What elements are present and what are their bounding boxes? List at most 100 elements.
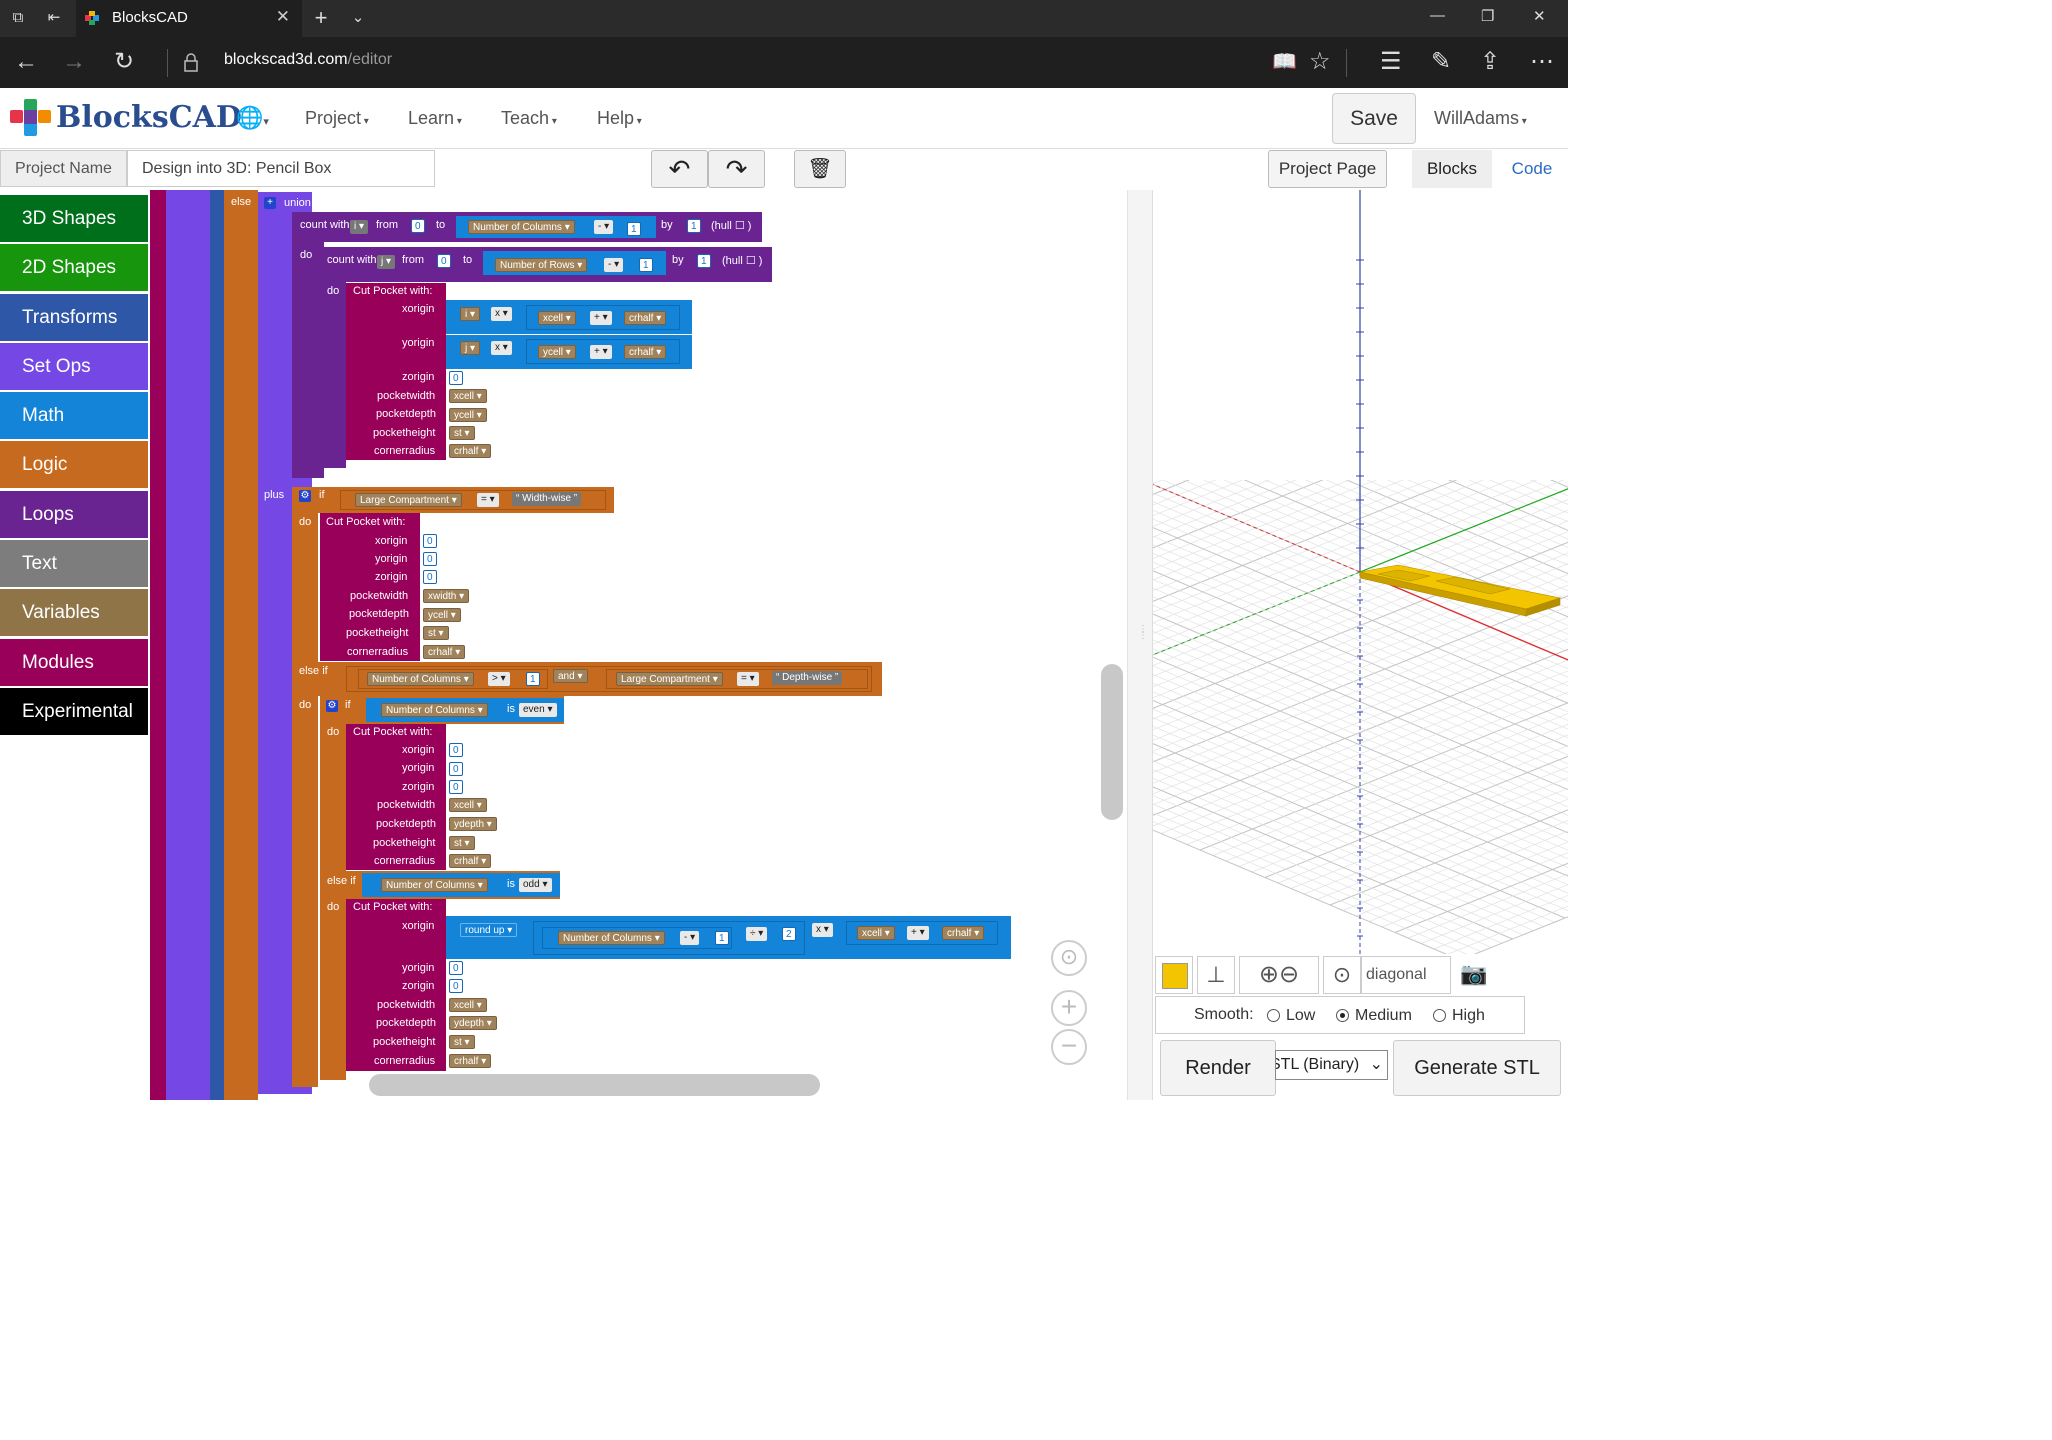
- close-window-icon[interactable]: ✕: [1533, 7, 1546, 25]
- view-mode-dropdown[interactable]: diagonal: [1361, 956, 1451, 994]
- mutator-gear-icon[interactable]: ⚙: [326, 700, 338, 712]
- zorigin-value[interactable]: 0: [449, 979, 463, 993]
- gt-op-dropdown[interactable]: > ▾: [488, 672, 510, 686]
- favorite-star-icon[interactable]: ☆: [1309, 49, 1331, 75]
- var-crhalf[interactable]: crhalf ▾: [449, 854, 492, 868]
- export-format-select[interactable]: STL (Binary) ⌄: [1275, 1050, 1388, 1080]
- zoom-in-icon[interactable]: +: [1051, 990, 1087, 1026]
- category-logic[interactable]: Logic: [0, 441, 148, 489]
- text-depth-wise[interactable]: “ Depth-wise ”: [772, 671, 843, 685]
- num-columns-var[interactable]: Number of Columns ▾: [381, 878, 488, 892]
- category-experimental[interactable]: Experimental: [0, 687, 148, 735]
- var-ycell[interactable]: ycell ▾: [449, 408, 487, 422]
- reading-view-icon[interactable]: 📖: [1272, 49, 1297, 75]
- web-note-icon[interactable]: ✎: [1431, 49, 1451, 75]
- mutator-gear-icon[interactable]: ⚙: [299, 490, 311, 502]
- yorigin-value[interactable]: 0: [449, 961, 463, 975]
- number-one[interactable]: 1: [526, 672, 540, 686]
- var-ycell[interactable]: ycell ▾: [423, 608, 461, 622]
- by-value[interactable]: 1: [697, 254, 711, 268]
- number-one[interactable]: 1: [639, 258, 653, 272]
- category-transforms[interactable]: Transforms: [0, 293, 148, 341]
- var-st[interactable]: st ▾: [423, 626, 449, 640]
- save-button[interactable]: Save: [1332, 93, 1416, 144]
- var-j[interactable]: j ▾: [460, 341, 481, 355]
- zoom-in-icon[interactable]: ⊕: [1259, 961, 1279, 988]
- zoom-out-icon[interactable]: ⊖: [1279, 961, 1299, 988]
- var-xcell[interactable]: xcell ▾: [449, 998, 487, 1012]
- yorigin-value[interactable]: 0: [423, 552, 437, 566]
- forward-icon[interactable]: →: [62, 49, 86, 75]
- num-columns-var[interactable]: Number of Columns ▾: [381, 703, 488, 717]
- user-menu[interactable]: WillAdams ▾: [1434, 108, 1527, 129]
- category-2d-shapes[interactable]: 2D Shapes: [0, 244, 148, 292]
- num-columns-var[interactable]: Number of Columns ▾: [558, 931, 665, 945]
- var-xwidth[interactable]: xwidth ▾: [423, 589, 470, 603]
- plus-op-dropdown[interactable]: + ▾: [590, 345, 612, 359]
- generate-stl-button[interactable]: Generate STL: [1393, 1040, 1561, 1096]
- smooth-low-option[interactable]: Low: [1267, 1007, 1315, 1025]
- tab-blocks[interactable]: Blocks: [1412, 150, 1492, 188]
- var-ydepth[interactable]: ydepth ▾: [449, 1016, 497, 1030]
- favorites-hub-icon[interactable]: ☰: [1380, 49, 1402, 75]
- xorigin-value[interactable]: 0: [449, 743, 463, 757]
- zorigin-value[interactable]: 0: [423, 570, 437, 584]
- times-op-dropdown[interactable]: x ▾: [491, 341, 512, 355]
- var-crhalf[interactable]: crhalf ▾: [942, 926, 985, 940]
- transform-block-stripe[interactable]: [210, 190, 224, 1100]
- back-icon[interactable]: ←: [14, 49, 38, 75]
- category-text[interactable]: Text: [0, 540, 148, 588]
- radio-low[interactable]: [1267, 1009, 1280, 1023]
- refresh-icon[interactable]: ↻: [114, 49, 134, 75]
- minus-op-dropdown[interactable]: - ▾: [680, 931, 700, 945]
- category-modules[interactable]: Modules: [0, 638, 148, 686]
- var-st[interactable]: st ▾: [449, 426, 475, 440]
- undo-icon[interactable]: ↶: [651, 150, 708, 188]
- category-loops[interactable]: Loops: [0, 490, 148, 538]
- var-xcell[interactable]: xcell ▾: [449, 389, 487, 403]
- project-page-button[interactable]: Project Page: [1268, 150, 1387, 188]
- var-j-dropdown[interactable]: j ▾: [377, 255, 396, 269]
- var-crhalf[interactable]: crhalf ▾: [423, 645, 466, 659]
- menu-learn[interactable]: Learn ▾: [408, 108, 462, 129]
- var-i-dropdown[interactable]: i ▾: [350, 220, 369, 234]
- var-crhalf[interactable]: crhalf ▾: [449, 1054, 492, 1068]
- number-two[interactable]: 2: [782, 927, 796, 941]
- menu-help[interactable]: Help ▾: [597, 108, 642, 129]
- large-comp-var[interactable]: Large Compartment ▾: [616, 672, 723, 686]
- category-math[interactable]: Math: [0, 392, 148, 440]
- trash-icon[interactable]: 🗑: [794, 150, 846, 188]
- axes-toggle-icon[interactable]: ⊥: [1197, 956, 1235, 994]
- var-st[interactable]: st ▾: [449, 836, 475, 850]
- from-value[interactable]: 0: [437, 254, 451, 268]
- odd-dropdown[interactable]: odd ▾: [519, 878, 552, 892]
- panel-resize-divider[interactable]: ⋮ ⋮: [1127, 190, 1153, 1100]
- restore-icon[interactable]: ❐: [1481, 7, 1494, 25]
- radio-high[interactable]: [1433, 1009, 1446, 1023]
- xorigin-value[interactable]: 0: [423, 534, 437, 548]
- recenter-icon[interactable]: ⊙: [1051, 940, 1087, 976]
- eq-op-dropdown[interactable]: = ▾: [737, 672, 759, 686]
- module-block-stripe[interactable]: [150, 190, 166, 1100]
- menu-project[interactable]: Project ▾: [305, 108, 369, 129]
- menu-teach[interactable]: Teach ▾: [501, 108, 557, 129]
- zorigin-value[interactable]: 0: [449, 780, 463, 794]
- var-ydepth[interactable]: ydepth ▾: [449, 817, 497, 831]
- tab-code[interactable]: Code: [1496, 150, 1568, 188]
- number-one[interactable]: 1: [715, 931, 729, 945]
- category-variables[interactable]: Variables: [0, 589, 148, 637]
- var-xcell[interactable]: xcell ▾: [857, 926, 895, 940]
- var-crhalf[interactable]: crhalf ▾: [624, 345, 667, 359]
- view-target-icon[interactable]: ⊙: [1323, 956, 1361, 994]
- num-columns-var[interactable]: Number of Columns ▾: [367, 672, 474, 686]
- redo-icon[interactable]: ↷: [708, 150, 765, 188]
- round-up-dropdown[interactable]: round up ▾: [460, 923, 518, 937]
- var-crhalf[interactable]: crhalf ▾: [449, 444, 492, 458]
- tab-list-chevron-icon[interactable]: ⌄: [348, 8, 368, 28]
- times-op-dropdown[interactable]: x ▾: [812, 923, 833, 937]
- new-tab-icon[interactable]: +: [311, 7, 331, 29]
- close-tab-icon[interactable]: ✕: [276, 7, 290, 27]
- var-xcell[interactable]: xcell ▾: [449, 798, 487, 812]
- blocks-workspace[interactable]: else + union count with i ▾ from 0 to Nu…: [150, 190, 1127, 1100]
- browser-tab[interactable]: BlocksCAD ✕: [76, 0, 302, 37]
